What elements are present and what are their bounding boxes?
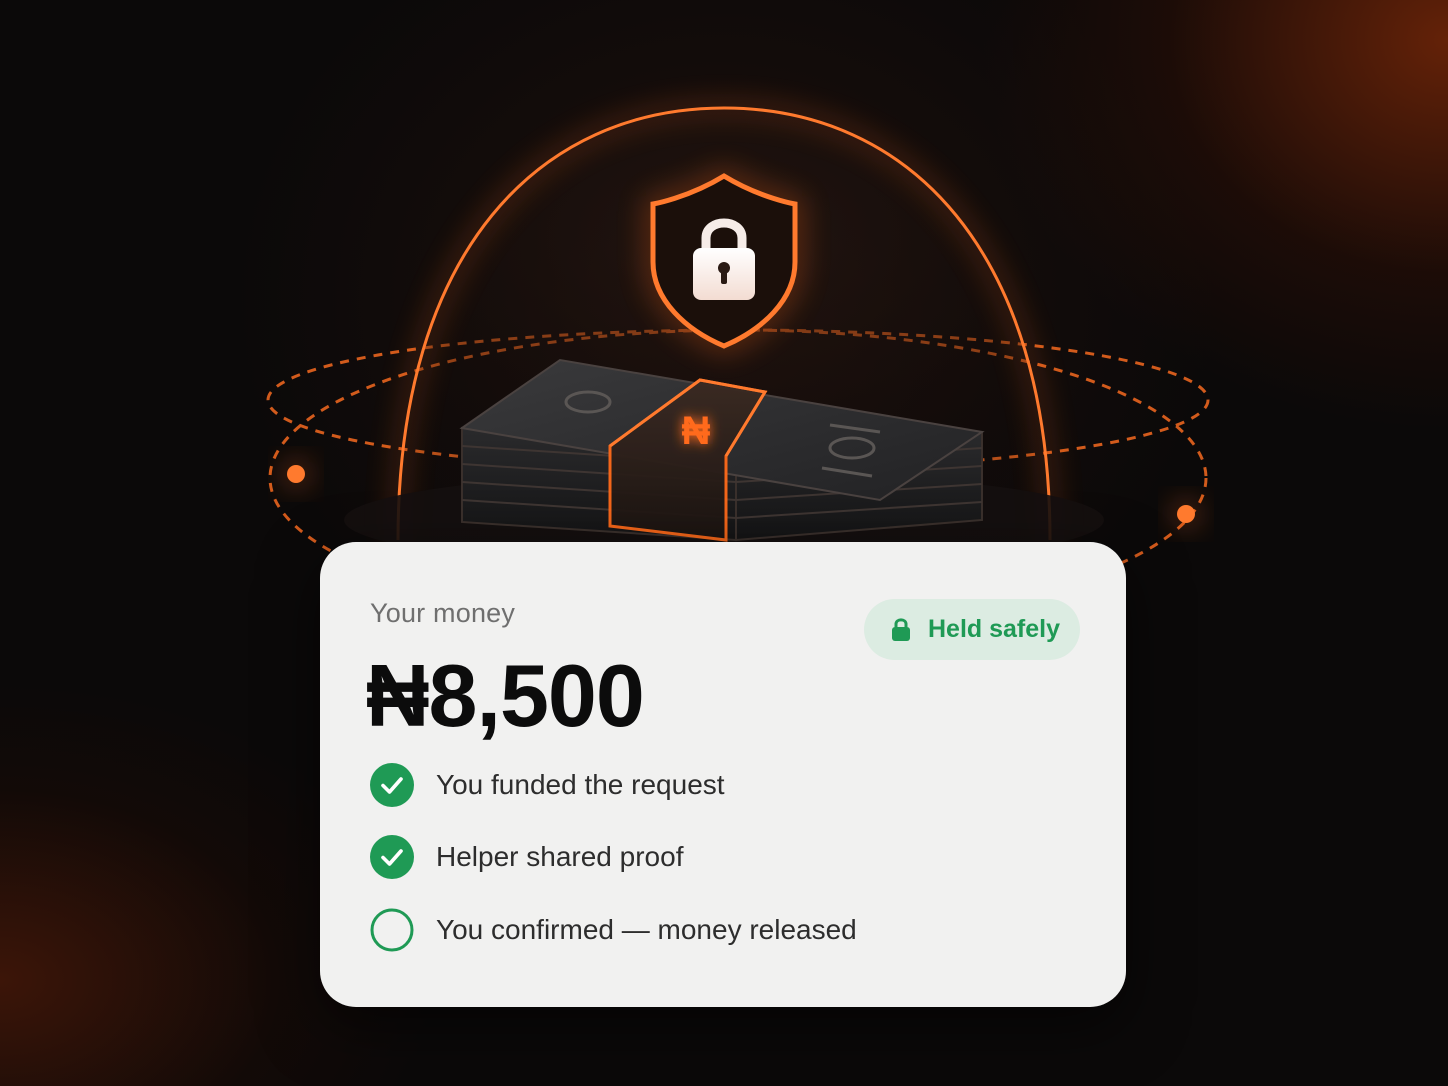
naira-symbol: ₦ xyxy=(682,409,711,453)
step-confirmed-released: You confirmed — money released xyxy=(370,908,1070,952)
escrow-amount: ₦8,500 xyxy=(366,646,645,745)
status-badge: Held safely xyxy=(864,599,1080,660)
empty-circle-icon xyxy=(370,908,414,952)
step-label: You funded the request xyxy=(436,769,725,800)
check-circle-icon xyxy=(370,763,414,807)
check-circle-icon xyxy=(370,835,414,879)
status-badge-label: Held safely xyxy=(928,615,1061,643)
lock-icon xyxy=(892,618,910,641)
step-label: You confirmed — money released xyxy=(436,914,857,945)
escrow-status-card: Your money ₦8,500 Held safely You funded… xyxy=(320,542,1126,1007)
step-proof-shared: Helper shared proof xyxy=(370,835,1070,879)
step-funded: You funded the request xyxy=(370,763,1070,807)
card-label: Your money xyxy=(370,598,516,628)
step-label: Helper shared proof xyxy=(436,841,684,872)
